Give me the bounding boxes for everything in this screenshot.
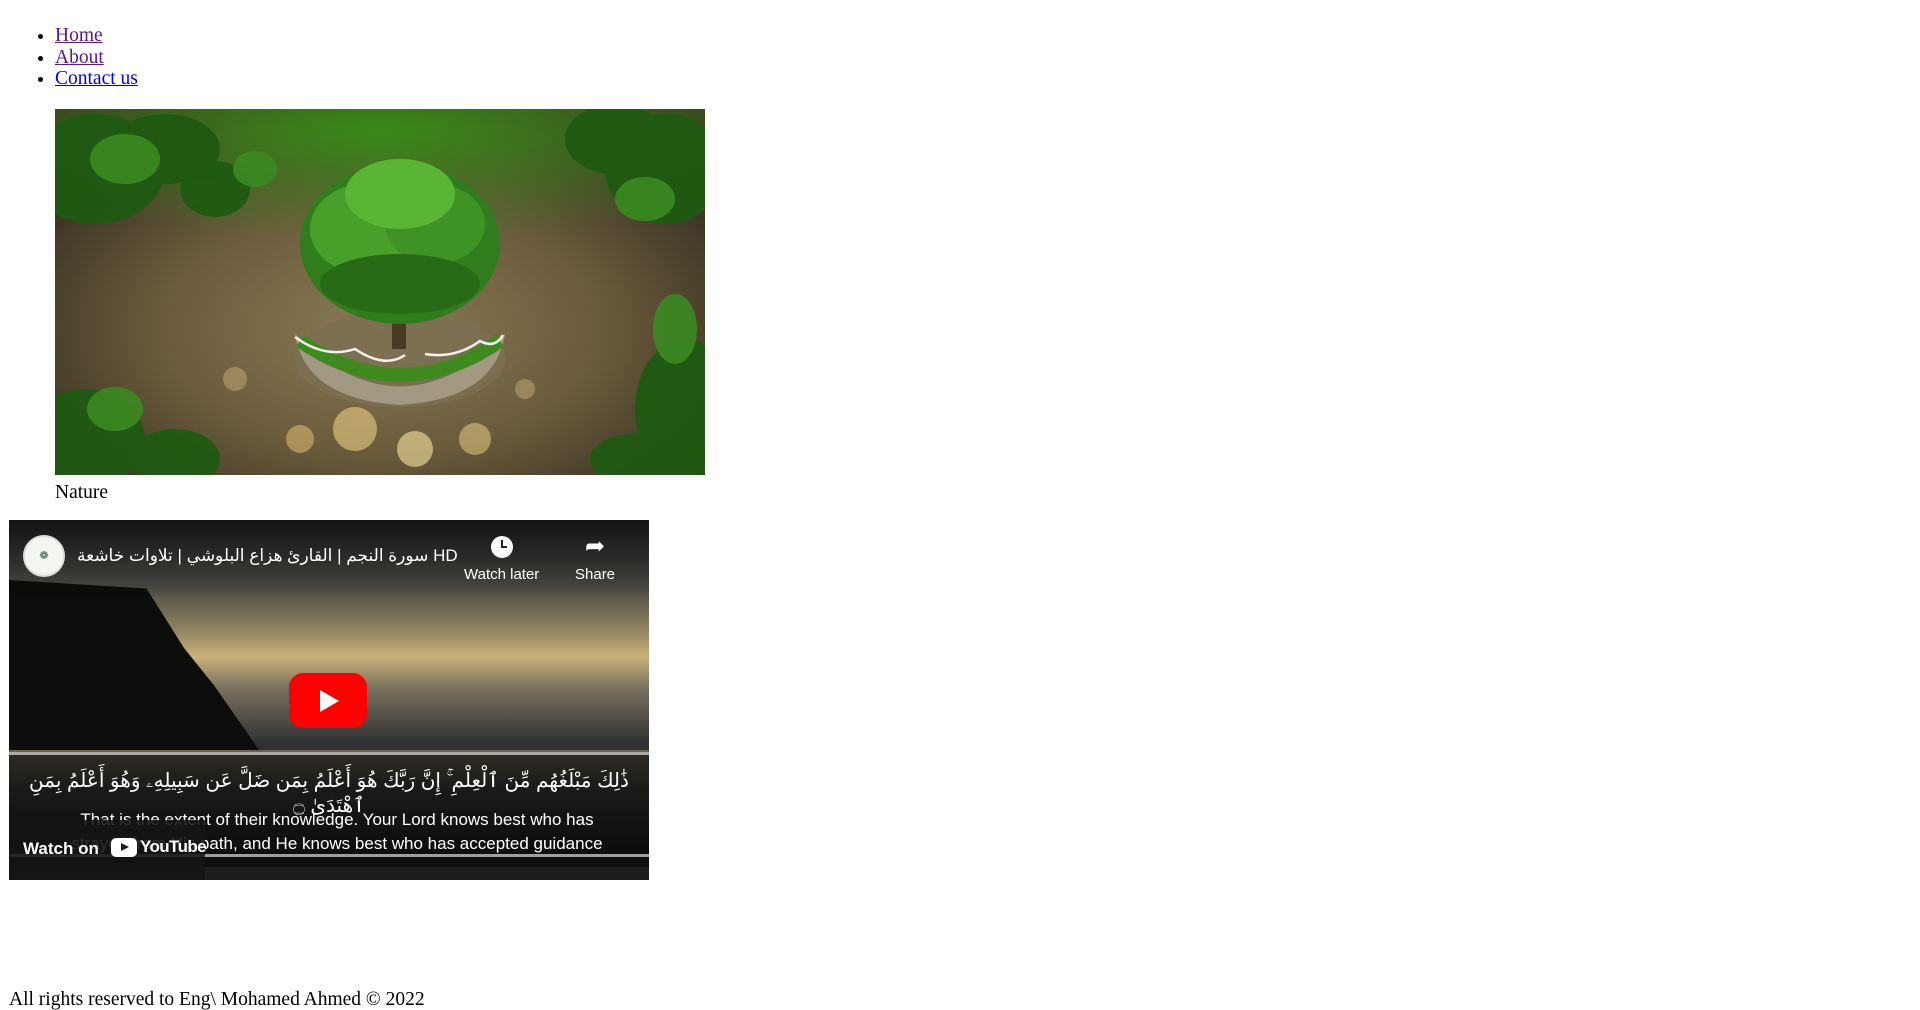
nav-item-home: Home <box>55 25 138 47</box>
nav-item-about: About <box>55 47 138 69</box>
youtube-wordmark: YouTube <box>140 837 207 856</box>
nav-link-home[interactable]: Home <box>55 25 103 46</box>
figure-caption: Nature <box>55 482 109 503</box>
nav-link-about[interactable]: About <box>55 47 104 68</box>
video-title[interactable]: سورة النجم | القارئ هزاع البلوشي | تلاوا… <box>77 546 458 566</box>
play-button[interactable] <box>289 673 367 728</box>
nav-link-contact-us[interactable]: Contact us <box>55 68 138 89</box>
watch-later-button[interactable]: Watch later <box>464 534 539 583</box>
share-label: Share <box>575 566 616 583</box>
share-button[interactable]: ➦ Share <box>575 533 616 584</box>
channel-avatar[interactable]: ❁ <box>23 535 65 577</box>
share-icon: ➦ <box>584 533 606 560</box>
youtube-play-icon <box>111 837 137 857</box>
clock-icon <box>490 536 513 558</box>
watch-on-youtube-button[interactable]: Watch on YouTube <box>9 820 207 880</box>
nature-figure: Nature <box>55 109 705 504</box>
cliff-silhouette <box>9 580 259 750</box>
main-nav: Home About Contact us <box>0 25 138 90</box>
watch-later-label: Watch later <box>464 566 540 583</box>
nature-illustration <box>55 109 705 475</box>
youtube-embed[interactable]: ❁ سورة النجم | القارئ هزاع البلوشي | تلا… <box>9 520 649 880</box>
nature-image <box>55 109 705 475</box>
youtube-logo: YouTube <box>111 837 207 857</box>
subtitle-band-top-line <box>9 752 649 755</box>
footer-copyright: All rights reserved to Eng\ Mohamed Ahme… <box>9 989 425 1010</box>
watch-on-label: Watch on <box>23 839 99 858</box>
nav-item-contact: Contact us <box>55 68 138 90</box>
